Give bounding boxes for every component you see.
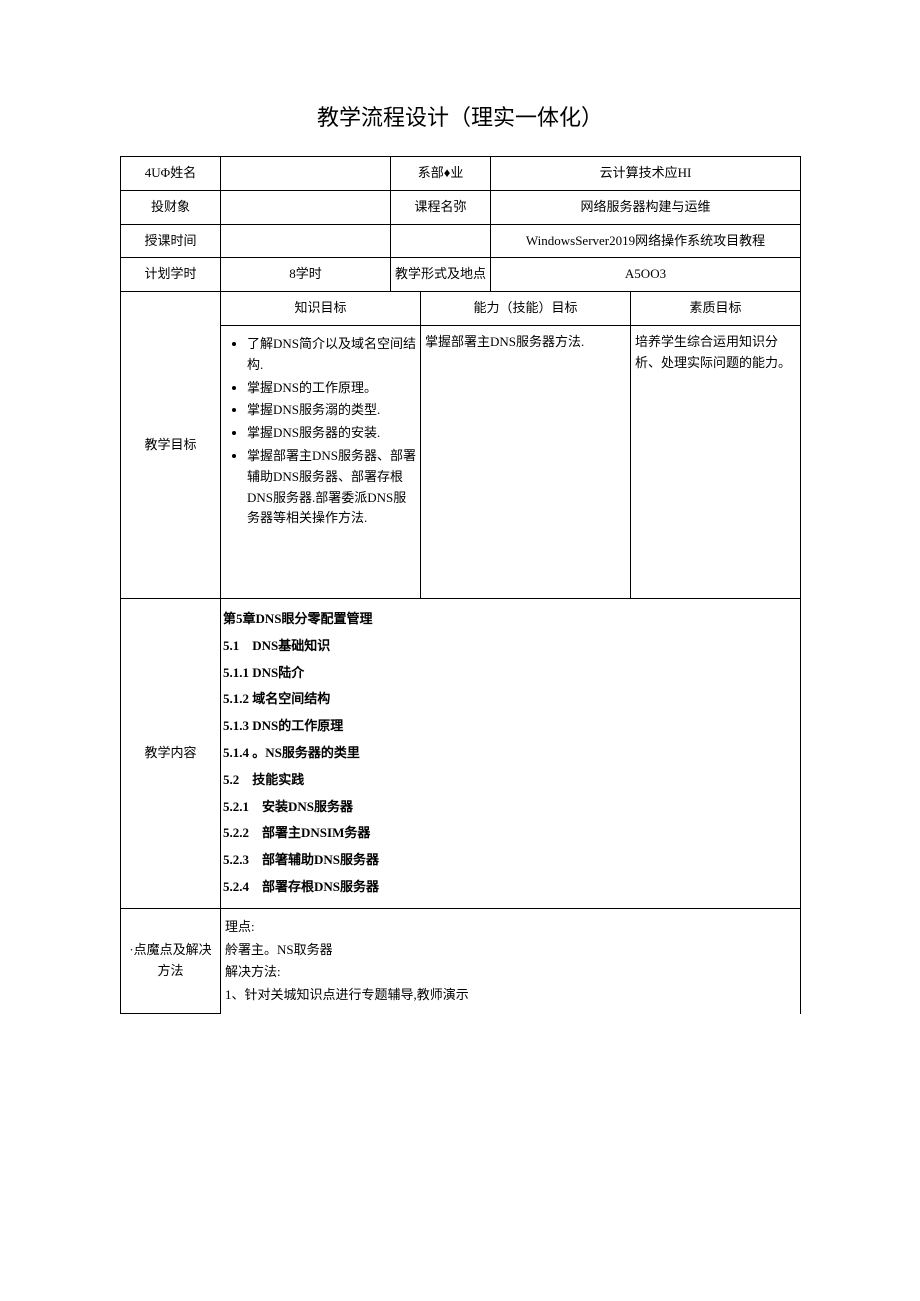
label-object: 投财象	[121, 190, 221, 224]
content-line: 5.2.3 部箸辅助DNS服务器	[223, 850, 798, 871]
content-line: 5.1.1 DNS陆介	[223, 663, 798, 684]
knowledge-item: 掌握部署主DNS服务器、部署辅助DNS服务器、部署存根DNS服务器.部署委派DN…	[247, 446, 416, 529]
knowledge-item: 掌握DNS服务溺的类型.	[247, 400, 416, 421]
difficulty-line: 理点:	[225, 917, 796, 938]
knowledge-item: 了解DNS简介以及域名空间结构.	[247, 334, 416, 376]
cell-difficulties: 理点: 舲署主。NS取务器 解决方法: 1、针对关城知识点进行专题辅导,教师演示	[221, 908, 801, 1014]
row-hours: 计划学时 8学时 教学形式及地点 A5OO3	[121, 258, 801, 292]
header-quality-goal: 素质目标	[631, 292, 801, 326]
content-line: 第5章DNS眼分零配置管理	[223, 609, 798, 630]
content-line: 5.1 DNS基础知识	[223, 636, 798, 657]
content-line: 5.1.2 域名空间结构	[223, 689, 798, 710]
content-line: 5.1.4 。NS服务器的类里	[223, 743, 798, 764]
content-line: 5.2.2 部署主DNSIM务器	[223, 823, 798, 844]
value-time	[221, 224, 391, 258]
row-teaching-content: 教学内容 第5章DNS眼分零配置管理 5.1 DNS基础知识 5.1.1 DNS…	[121, 598, 801, 908]
label-hours: 计划学时	[121, 258, 221, 292]
content-line: 5.2.1 安装DNS服务器	[223, 797, 798, 818]
cell-quality-goals: 培养学生综合运用知识分析、处理实际问题的能力。	[631, 325, 801, 598]
label-teacher-name: 4UΦ姓名	[121, 157, 221, 191]
difficulty-line: 1、针对关城知识点进行专题辅导,教师演示	[225, 985, 796, 1006]
row-goals-content: 了解DNS简介以及域名空间结构. 掌握DNS的工作原理。 掌握DNS服务溺的类型…	[121, 325, 801, 598]
value-object	[221, 190, 391, 224]
row-time: 授课时间 WindowsServer2019网络操作系统攻目教程	[121, 224, 801, 258]
lesson-plan-table: 4UΦ姓名 系部♦业 云计算技术应HI 投财象 课程名弥 网络服务器构建与运维 …	[120, 156, 801, 1014]
cell-skill-goals: 掌握部署主DNS服务器方法.	[421, 325, 631, 598]
header-skill-goal: 能力（技能）目标	[421, 292, 631, 326]
row-goals-header: 教学目标 知识目标 能力（技能）目标 素质目标	[121, 292, 801, 326]
cell-knowledge-goals: 了解DNS简介以及域名空间结构. 掌握DNS的工作原理。 掌握DNS服务溺的类型…	[221, 325, 421, 598]
label-teaching-goals: 教学目标	[121, 292, 221, 599]
content-line: 5.2 技能实践	[223, 770, 798, 791]
label-department: 系部♦业	[391, 157, 491, 191]
content-line: 5.1.3 DNS的工作原理	[223, 716, 798, 737]
page-title: 教学流程设计（理实一体化）	[120, 100, 800, 132]
value-textbook: WindowsServer2019网络操作系统攻目教程	[491, 224, 801, 258]
label-teaching-content: 教学内容	[121, 598, 221, 908]
row-name: 4UΦ姓名 系部♦业 云计算技术应HI	[121, 157, 801, 191]
value-teacher-name	[221, 157, 391, 191]
label-course-name: 课程名弥	[391, 190, 491, 224]
knowledge-item: 掌握DNS服务器的安装.	[247, 423, 416, 444]
header-knowledge-goal: 知识目标	[221, 292, 421, 326]
difficulty-line: 舲署主。NS取务器	[225, 940, 796, 961]
cell-teaching-content: 第5章DNS眼分零配置管理 5.1 DNS基础知识 5.1.1 DNS陆介 5.…	[221, 598, 801, 908]
label-format-location: 教学形式及地点	[391, 258, 491, 292]
value-format-location: A5OO3	[491, 258, 801, 292]
label-blank	[391, 224, 491, 258]
row-difficulties: ·点魔点及解决方法 理点: 舲署主。NS取务器 解决方法: 1、针对关城知识点进…	[121, 908, 801, 1014]
value-course-name: 网络服务器构建与运维	[491, 190, 801, 224]
row-object: 投财象 课程名弥 网络服务器构建与运维	[121, 190, 801, 224]
difficulty-line: 解决方法:	[225, 962, 796, 983]
value-department: 云计算技术应HI	[491, 157, 801, 191]
knowledge-item: 掌握DNS的工作原理。	[247, 378, 416, 399]
value-hours: 8学时	[221, 258, 391, 292]
label-time: 授课时间	[121, 224, 221, 258]
content-line: 5.2.4 部署存根DNS服务器	[223, 877, 798, 898]
label-difficulties: ·点魔点及解决方法	[121, 908, 221, 1014]
